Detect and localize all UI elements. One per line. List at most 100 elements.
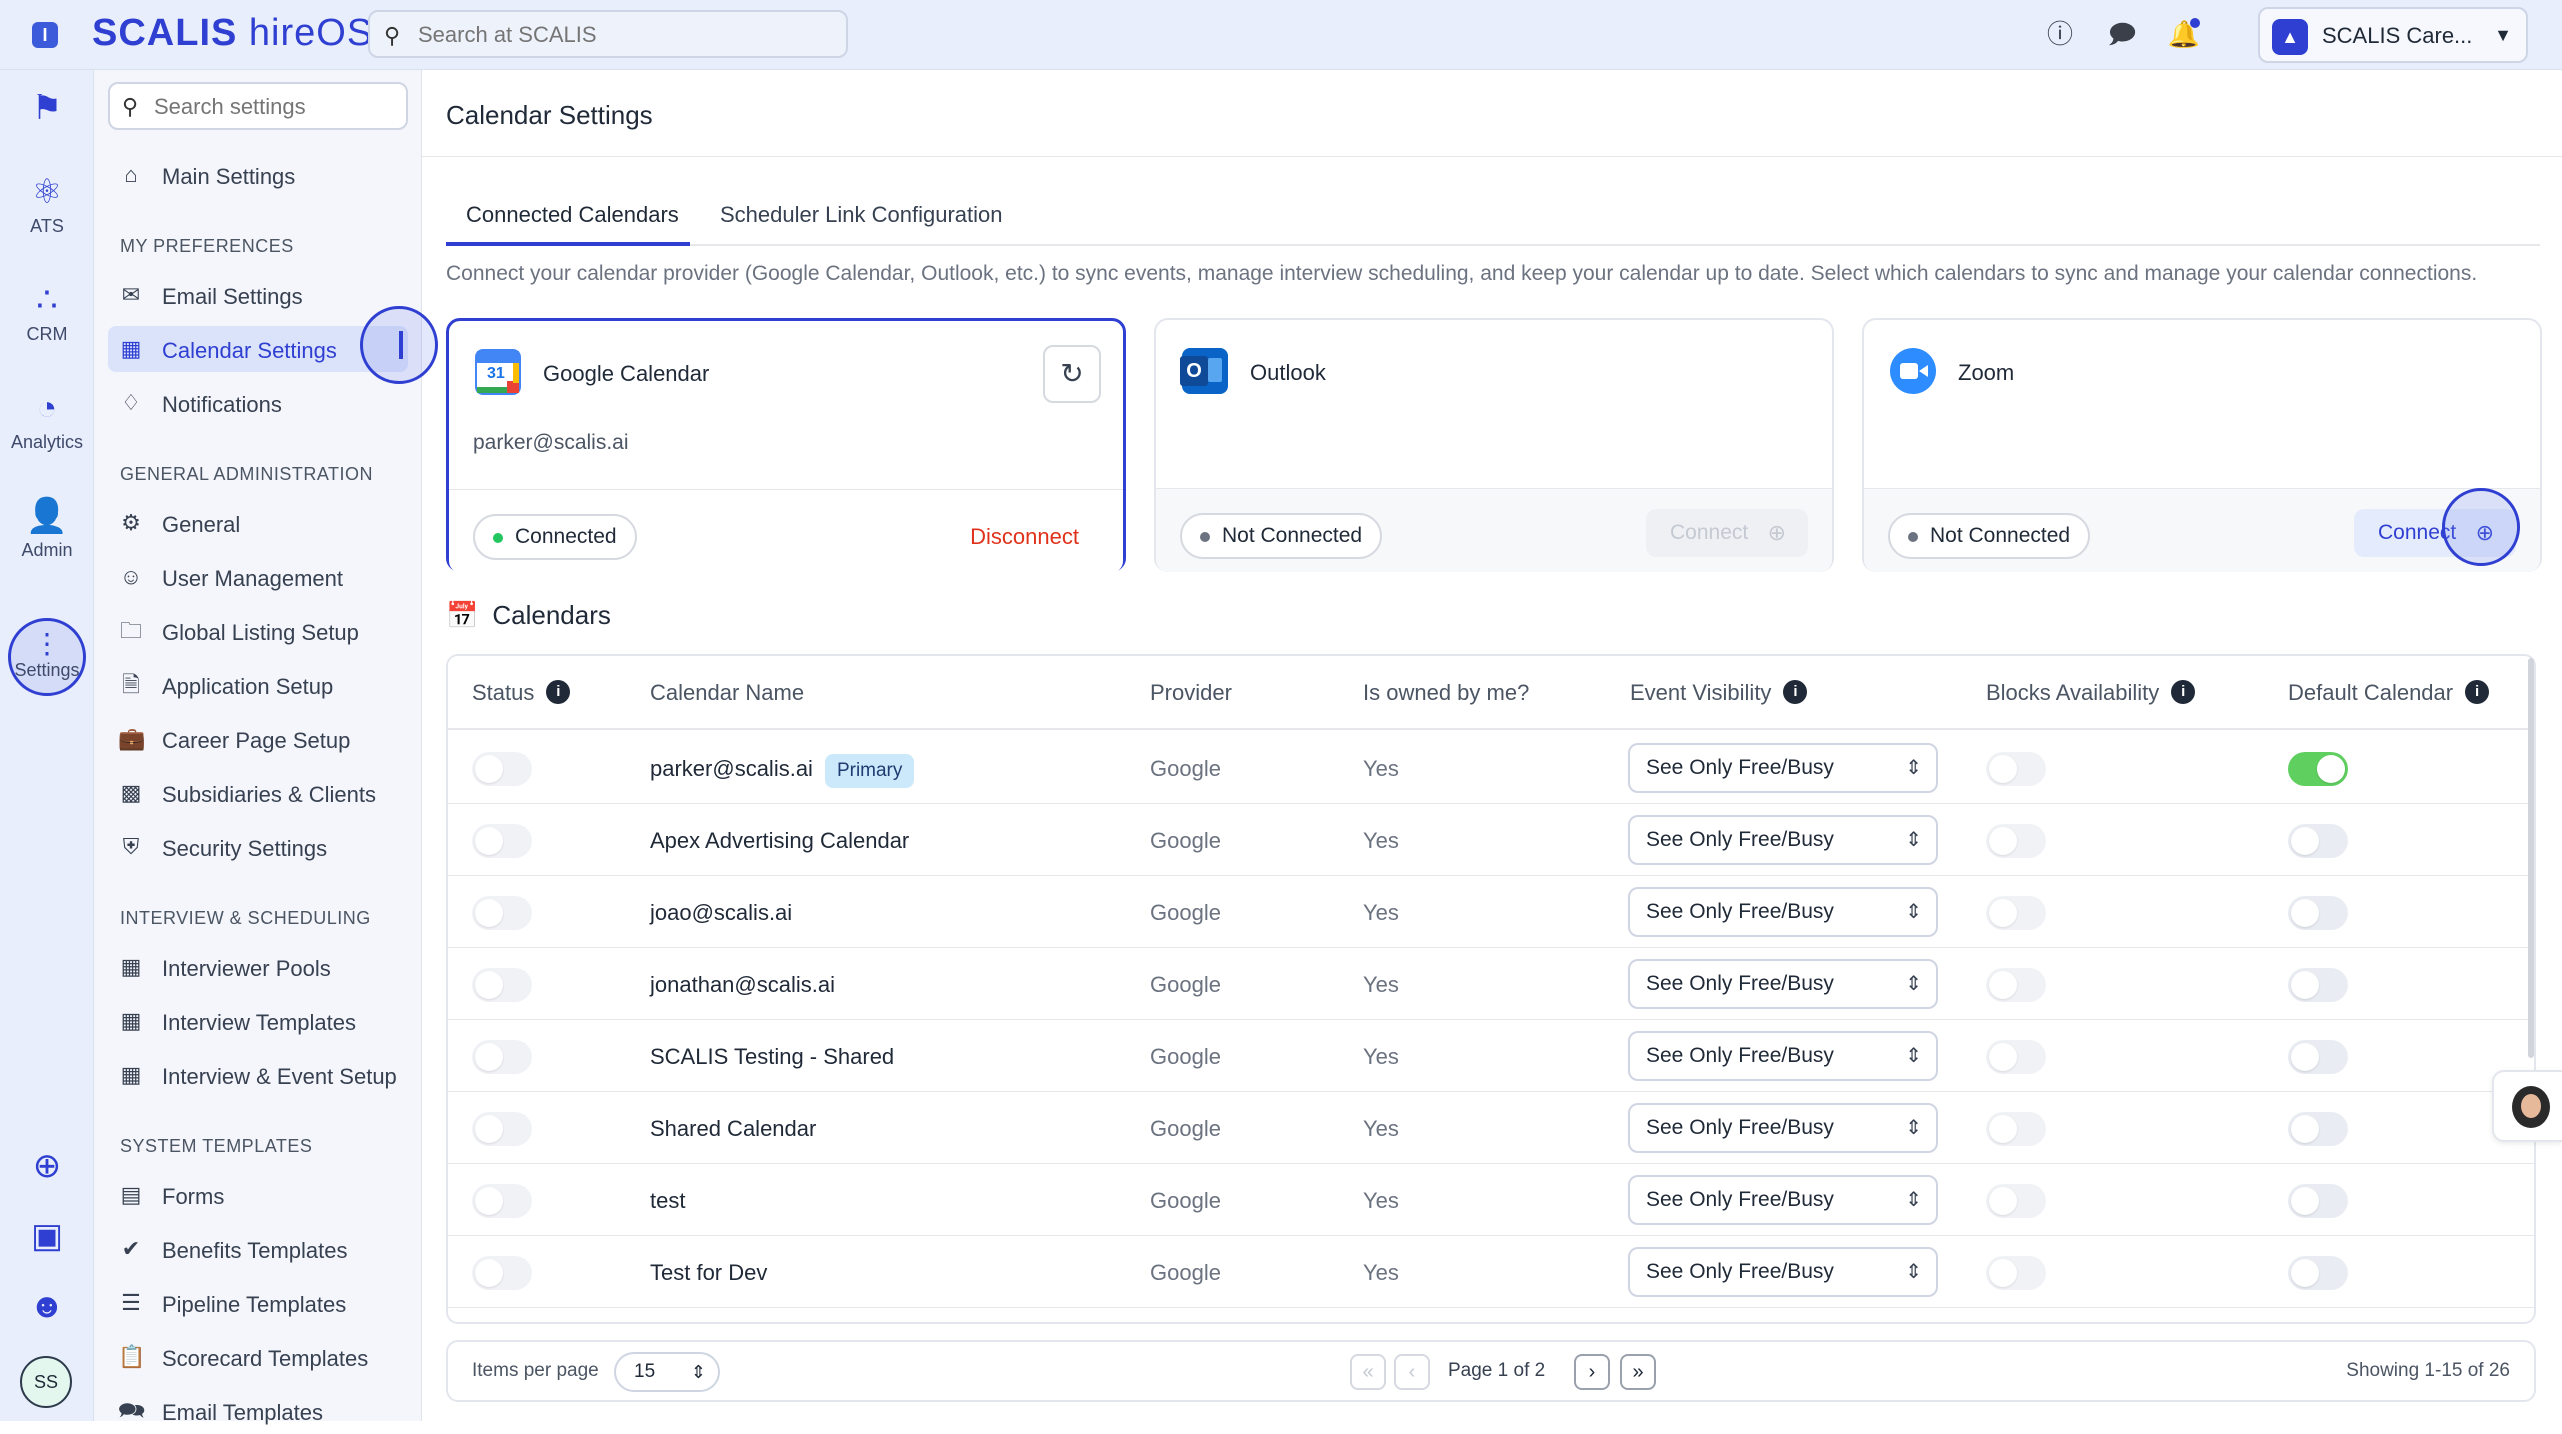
account-switcher[interactable]: ▲ SCALIS Care... ▼ xyxy=(2258,7,2528,63)
sidebar-item-main-settings[interactable]: ⌂ Main Settings xyxy=(108,152,408,198)
rail-item-crm[interactable]: ∴ CRM xyxy=(0,280,94,345)
blocks-availability-toggle[interactable] xyxy=(1986,1184,2046,1218)
sidebar-item-email-templates[interactable]: 🗪 Email Templates xyxy=(108,1388,408,1434)
calendars-table: Status i Calendar Name Provider Is owned … xyxy=(446,654,2536,1324)
provider-card-outlook[interactable]: O Outlook Not Connected Connect ⊕ xyxy=(1154,318,1834,572)
items-per-page-select[interactable]: 15 ⇕ xyxy=(614,1352,720,1392)
settings-search-input[interactable] xyxy=(152,92,402,122)
info-icon[interactable]: i xyxy=(546,680,571,704)
blocks-availability-toggle[interactable] xyxy=(1986,968,2046,1002)
sidebar-item-pipeline-templates[interactable]: ☰ Pipeline Templates xyxy=(108,1280,408,1326)
rail-item-settings[interactable]: ⋮ Settings xyxy=(8,618,86,696)
event-visibility-select[interactable]: See Only Free/Busy ⇕ xyxy=(1628,959,1938,1009)
blocks-availability-toggle[interactable] xyxy=(1986,1040,2046,1074)
global-search-input[interactable] xyxy=(416,20,836,50)
items-per-page-label: Items per page xyxy=(472,1360,599,1381)
default-calendar-toggle[interactable] xyxy=(2288,752,2348,786)
folder-icon: 🗀 xyxy=(119,618,142,643)
updown-chevron-icon: ⇕ xyxy=(1905,973,1922,995)
bell-icon[interactable]: 🔔 xyxy=(2166,16,2202,52)
sidebar-item-email-settings[interactable]: ✉ Email Settings xyxy=(108,272,408,318)
status-toggle[interactable] xyxy=(472,896,532,930)
default-calendar-toggle[interactable] xyxy=(2288,1184,2348,1218)
status-toggle[interactable] xyxy=(472,1184,532,1218)
first-page-button[interactable]: « xyxy=(1350,1354,1386,1390)
rail-item-analytics[interactable]: ◔ Analytics xyxy=(0,388,94,453)
rail-add-button[interactable]: ⊕ xyxy=(0,1146,94,1186)
event-visibility-select[interactable]: See Only Free/Busy ⇕ xyxy=(1628,1247,1938,1297)
rail-item-ats[interactable]: ⚛ ATS xyxy=(0,172,94,237)
sidebar-item-security-settings[interactable]: ⛨ Security Settings xyxy=(108,824,408,870)
tab-scheduler-link-configuration[interactable]: Scheduler Link Configuration xyxy=(720,202,1003,228)
rail-item-bookmarks[interactable]: ⚑ xyxy=(0,88,94,128)
owned-cell: Yes xyxy=(1363,828,1399,853)
sidebar-item-benefits-templates[interactable]: ✔ Benefits Templates xyxy=(108,1226,408,1272)
plus-circle-icon: ⊕ xyxy=(1767,520,1786,545)
info-icon[interactable]: i xyxy=(2171,680,2196,704)
sidebar-item-global-listing-setup[interactable]: 🗀 Global Listing Setup xyxy=(108,608,408,654)
sidebar-item-notifications[interactable]: ♢ Notifications xyxy=(108,380,408,426)
sidebar-item-scorecard-templates[interactable]: 📋 Scorecard Templates xyxy=(108,1334,408,1380)
settings-search[interactable]: ⚲ xyxy=(108,82,408,130)
default-calendar-toggle[interactable] xyxy=(2288,1040,2348,1074)
sidebar-item-application-setup[interactable]: 🗎 Application Setup xyxy=(108,662,408,708)
info-icon[interactable]: i xyxy=(2465,680,2490,704)
default-calendar-toggle[interactable] xyxy=(2288,1112,2348,1146)
sidebar-item-interview-event-setup[interactable]: ▦ Interview & Event Setup xyxy=(108,1052,408,1098)
blocks-availability-toggle[interactable] xyxy=(1986,752,2046,786)
sidebar-item-interviewer-pools[interactable]: ▦ Interviewer Pools xyxy=(108,944,408,990)
sidebar-item-general[interactable]: ⚙ General xyxy=(108,500,408,546)
provider-card-google[interactable]: 31 Google Calendar ↻ parker@scalis.ai Co… xyxy=(446,318,1126,573)
status-toggle[interactable] xyxy=(472,752,532,786)
sidebar-item-forms[interactable]: ▤ Forms xyxy=(108,1172,408,1218)
rail-item-admin[interactable]: 👤 Admin xyxy=(0,496,94,561)
status-toggle[interactable] xyxy=(472,1112,532,1146)
refresh-button[interactable]: ↻ xyxy=(1043,345,1101,403)
avatar[interactable]: SS xyxy=(20,1356,72,1408)
blocks-availability-toggle[interactable] xyxy=(1986,896,2046,930)
sidebar-item-subsidiaries-clients[interactable]: ▩ Subsidiaries & Clients xyxy=(108,770,408,816)
brand-logo[interactable]: SCALIS hireOS xyxy=(92,12,373,55)
disconnect-button[interactable]: Disconnect xyxy=(970,524,1079,550)
app-switch-icon[interactable]: I xyxy=(32,22,58,48)
card-footer: Not Connected Connect ⊕ xyxy=(1864,489,2540,572)
default-calendar-toggle[interactable] xyxy=(2288,1256,2348,1290)
default-calendar-toggle[interactable] xyxy=(2288,968,2348,1002)
chat-icon[interactable]: 🗩 xyxy=(2104,16,2140,52)
table-scrollbar[interactable] xyxy=(2528,658,2534,1058)
sidebar-item-career-page-setup[interactable]: 💼 Career Page Setup xyxy=(108,716,408,762)
status-toggle[interactable] xyxy=(472,824,532,858)
updown-chevron-icon: ⇕ xyxy=(1905,1045,1922,1067)
rail-jobs-button[interactable]: ▣ xyxy=(0,1216,94,1256)
connect-outlook-button[interactable]: Connect ⊕ xyxy=(1646,509,1808,557)
provider-card-zoom[interactable]: Zoom Not Connected Connect ⊕ xyxy=(1862,318,2542,572)
next-page-button[interactable]: › xyxy=(1574,1354,1610,1390)
default-calendar-toggle[interactable] xyxy=(2288,824,2348,858)
help-icon[interactable]: ⓘ xyxy=(2042,16,2078,52)
tab-connected-calendars[interactable]: Connected Calendars xyxy=(466,202,679,228)
default-calendar-toggle[interactable] xyxy=(2288,896,2348,930)
assistant-avatar[interactable] xyxy=(2492,1070,2562,1142)
blocks-availability-toggle[interactable] xyxy=(1986,1256,2046,1290)
status-toggle[interactable] xyxy=(472,1040,532,1074)
global-search[interactable]: ⚲ xyxy=(368,10,848,58)
blocks-availability-toggle[interactable] xyxy=(1986,1112,2046,1146)
table-row: test Google Yes See Only Free/Busy ⇕ xyxy=(448,1164,2534,1236)
status-toggle[interactable] xyxy=(472,968,532,1002)
prev-page-button[interactable]: ‹ xyxy=(1394,1354,1430,1390)
blocks-availability-toggle[interactable] xyxy=(1986,824,2046,858)
event-visibility-select[interactable]: See Only Free/Busy ⇕ xyxy=(1628,815,1938,865)
section-interview-scheduling: INTERVIEW & SCHEDULING xyxy=(120,908,371,928)
event-visibility-select[interactable]: See Only Free/Busy ⇕ xyxy=(1628,1103,1938,1153)
event-visibility-select[interactable]: See Only Free/Busy ⇕ xyxy=(1628,743,1938,793)
rail-user-settings-button[interactable]: ☻ xyxy=(0,1286,94,1326)
sidebar-item-interview-templates[interactable]: ▦ Interview Templates xyxy=(108,998,408,1044)
info-icon[interactable]: i xyxy=(1783,680,1808,704)
event-visibility-select[interactable]: See Only Free/Busy ⇕ xyxy=(1628,1175,1938,1225)
event-visibility-select[interactable]: See Only Free/Busy ⇕ xyxy=(1628,887,1938,937)
last-page-button[interactable]: » xyxy=(1620,1354,1656,1390)
updown-chevron-icon: ⇕ xyxy=(1905,1189,1922,1211)
event-visibility-select[interactable]: See Only Free/Busy ⇕ xyxy=(1628,1031,1938,1081)
status-toggle[interactable] xyxy=(472,1256,532,1290)
sidebar-item-user-management[interactable]: ☺ User Management xyxy=(108,554,408,600)
